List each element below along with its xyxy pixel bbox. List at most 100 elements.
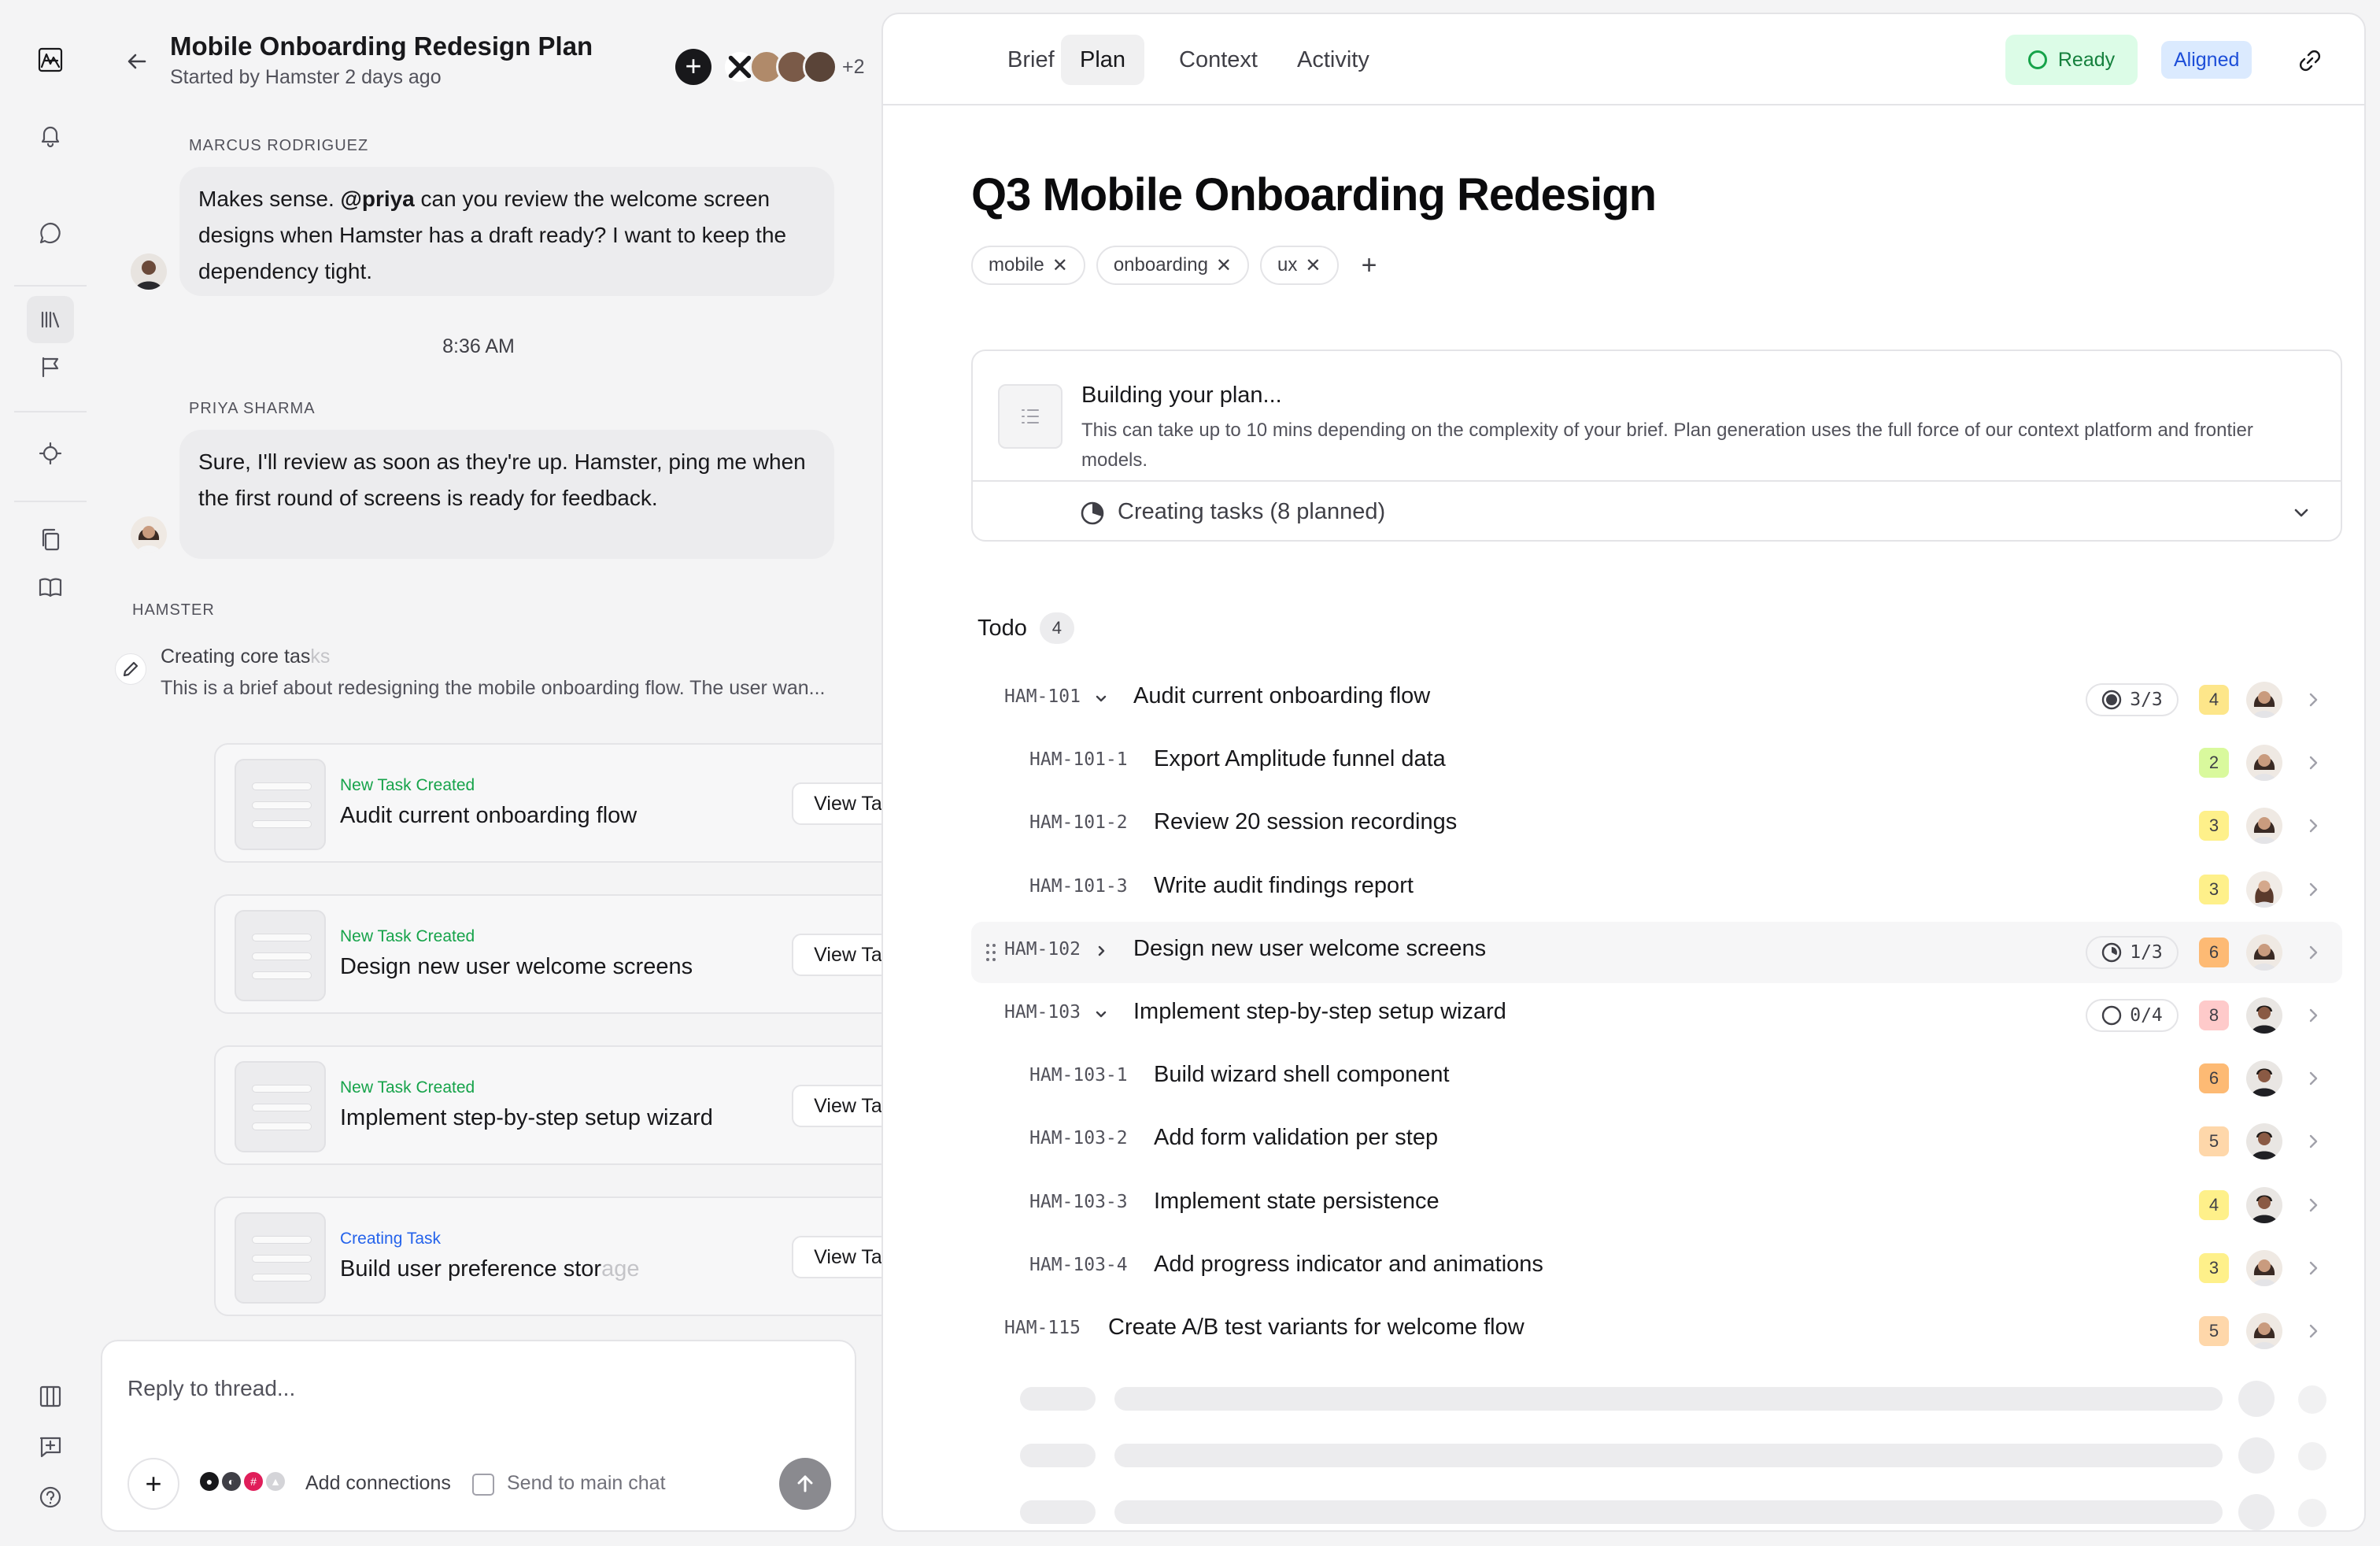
assignee-avatar[interactable]	[2246, 1060, 2282, 1097]
task-title[interactable]: Design new user welcome screens	[1133, 936, 1486, 962]
chevron-right-icon[interactable]	[2301, 751, 2325, 775]
task-row[interactable]: HAM-103 Implement step-by-step setup wiza…	[971, 985, 2342, 1046]
chevron-down-icon[interactable]	[2289, 501, 2314, 526]
chevron-right-icon[interactable]	[2301, 1319, 2325, 1343]
task-title[interactable]: Implement state persistence	[1154, 1189, 1439, 1215]
attach-button[interactable]: +	[128, 1458, 179, 1510]
flag-icon[interactable]	[27, 343, 74, 390]
bell-icon[interactable]	[27, 112, 74, 159]
drag-handle-icon[interactable]	[985, 942, 996, 963]
chat-icon[interactable]	[27, 209, 74, 257]
avatar[interactable]	[131, 253, 167, 290]
participants[interactable]: +2	[722, 47, 865, 87]
assignee-avatar[interactable]	[2246, 1313, 2282, 1349]
estimate-badge[interactable]: 6	[2199, 937, 2229, 967]
task-card[interactable]: Creating Task Build user preference stor…	[214, 1196, 944, 1316]
mention[interactable]: @priya	[341, 187, 415, 211]
tab-plan[interactable]: Plan	[1061, 35, 1145, 85]
chevron-right-icon[interactable]	[2301, 1193, 2325, 1217]
assignee-avatar[interactable]	[2246, 1249, 2282, 1286]
chevron-right-icon[interactable]	[2301, 1256, 2325, 1280]
feedback-icon[interactable]	[27, 1423, 74, 1470]
tag-chip[interactable]: ux ✕	[1260, 246, 1339, 285]
chevron-right-icon[interactable]	[2301, 1067, 2325, 1090]
add-participant-button[interactable]: +	[675, 49, 711, 85]
send-button[interactable]	[779, 1458, 831, 1510]
task-title[interactable]: Add progress indicator and animations	[1154, 1252, 1543, 1278]
task-title[interactable]: Write audit findings report	[1154, 873, 1414, 899]
estimate-badge[interactable]: 5	[2199, 1316, 2229, 1346]
assignee-avatar[interactable]	[2246, 997, 2282, 1034]
help-icon[interactable]	[27, 1474, 74, 1521]
chevron-right-icon[interactable]	[1092, 942, 1110, 960]
task-title[interactable]: Add form validation per step	[1154, 1125, 1438, 1151]
task-row[interactable]: HAM-101 Audit current onboarding flow 3/3 4	[971, 669, 2342, 730]
task-row[interactable]: HAM-101-1 Export Amplitude funnel data 2	[971, 732, 2342, 793]
copy-icon[interactable]	[27, 516, 74, 564]
assignee-avatar[interactable]	[2246, 808, 2282, 845]
estimate-badge[interactable]: 5	[2199, 1126, 2229, 1157]
task-row[interactable]: HAM-101-2 Review 20 session recordings 3	[971, 795, 2342, 856]
add-tag-button[interactable]: +	[1350, 246, 1389, 285]
task-row[interactable]: HAM-102 Design new user welcome screens 1/…	[971, 921, 2342, 983]
remove-tag-icon[interactable]: ✕	[1216, 254, 1232, 277]
tag-chip[interactable]: onboarding ✕	[1096, 246, 1250, 285]
assignee-avatar[interactable]	[2246, 1186, 2282, 1223]
send-to-main-label[interactable]: Send to main chat	[507, 1472, 666, 1495]
send-to-main-checkbox[interactable]	[472, 1474, 494, 1496]
chevron-right-icon[interactable]	[2301, 941, 2325, 964]
link-icon[interactable]	[2292, 43, 2328, 79]
task-card[interactable]: New Task Created Implement step-by-step …	[214, 1045, 944, 1165]
reply-composer[interactable]: Reply to thread... + ● ◐ # ▲ Add connect…	[101, 1340, 856, 1532]
estimate-badge[interactable]: 8	[2199, 1000, 2229, 1030]
book-icon[interactable]	[27, 564, 74, 611]
reply-input[interactable]: Reply to thread...	[128, 1376, 295, 1401]
remove-tag-icon[interactable]: ✕	[1052, 254, 1068, 277]
assignee-avatar[interactable]	[2246, 745, 2282, 782]
task-row[interactable]: HAM-115 Create A/B test variants for welc…	[971, 1300, 2342, 1362]
task-title[interactable]: Review 20 session recordings	[1154, 809, 1457, 835]
status-badge[interactable]: Ready	[2005, 35, 2138, 85]
back-arrow-icon[interactable]	[116, 43, 157, 80]
estimate-badge[interactable]: 6	[2199, 1063, 2229, 1094]
task-title[interactable]: Build wizard shell component	[1154, 1062, 1450, 1088]
task-title[interactable]: Create A/B test variants for welcome flo…	[1108, 1315, 1524, 1341]
library-icon[interactable]	[27, 296, 74, 343]
task-title[interactable]: Audit current onboarding flow	[1133, 683, 1430, 709]
task-row[interactable]: HAM-103-2 Add form validation per step 5	[971, 1111, 2342, 1172]
assignee-avatar[interactable]	[2246, 871, 2282, 908]
task-row[interactable]: HAM-103-1 Build wizard shell component 6	[971, 1048, 2342, 1109]
estimate-badge[interactable]: 4	[2199, 685, 2229, 715]
chevron-right-icon[interactable]	[2301, 1004, 2325, 1027]
estimate-badge[interactable]: 3	[2199, 811, 2229, 841]
tab-context[interactable]: Context	[1160, 35, 1277, 85]
chevron-right-icon[interactable]	[2301, 878, 2325, 901]
estimate-badge[interactable]: 3	[2199, 874, 2229, 904]
tag-chip[interactable]: mobile ✕	[971, 246, 1085, 285]
chevron-down-icon[interactable]	[1092, 690, 1110, 707]
task-card[interactable]: New Task Created Design new user welcome…	[214, 894, 944, 1014]
target-icon[interactable]	[27, 430, 74, 477]
chevron-down-icon[interactable]	[1092, 1005, 1110, 1023]
task-card[interactable]: New Task Created Audit current onboardin…	[214, 743, 944, 863]
chevron-right-icon[interactable]	[2301, 814, 2325, 838]
estimate-badge[interactable]: 4	[2199, 1189, 2229, 1220]
assignee-avatar[interactable]	[2246, 682, 2282, 718]
todo-group-header[interactable]: Todo 4	[978, 612, 1074, 644]
task-title[interactable]: Export Amplitude funnel data	[1154, 746, 1446, 772]
task-row[interactable]: HAM-103-3 Implement state persistence 4	[971, 1174, 2342, 1236]
add-connections-link[interactable]: Add connections	[305, 1472, 451, 1495]
task-row[interactable]: HAM-103-4 Add progress indicator and anim…	[971, 1237, 2342, 1299]
alignment-badge[interactable]: Aligned	[2161, 41, 2252, 79]
remove-tag-icon[interactable]: ✕	[1305, 254, 1321, 277]
chevron-right-icon[interactable]	[2301, 1130, 2325, 1153]
estimate-badge[interactable]: 3	[2199, 1252, 2229, 1283]
task-title[interactable]: Implement step-by-step setup wizard	[1133, 999, 1506, 1025]
chevron-right-icon[interactable]	[2301, 688, 2325, 712]
estimate-badge[interactable]: 2	[2199, 748, 2229, 779]
assignee-avatar[interactable]	[2246, 934, 2282, 971]
build-progress-row[interactable]: Creating tasks (8 planned)	[973, 480, 2341, 542]
assignee-avatar[interactable]	[2246, 1123, 2282, 1160]
columns-icon[interactable]	[27, 1373, 74, 1420]
logo-icon[interactable]	[27, 36, 74, 83]
